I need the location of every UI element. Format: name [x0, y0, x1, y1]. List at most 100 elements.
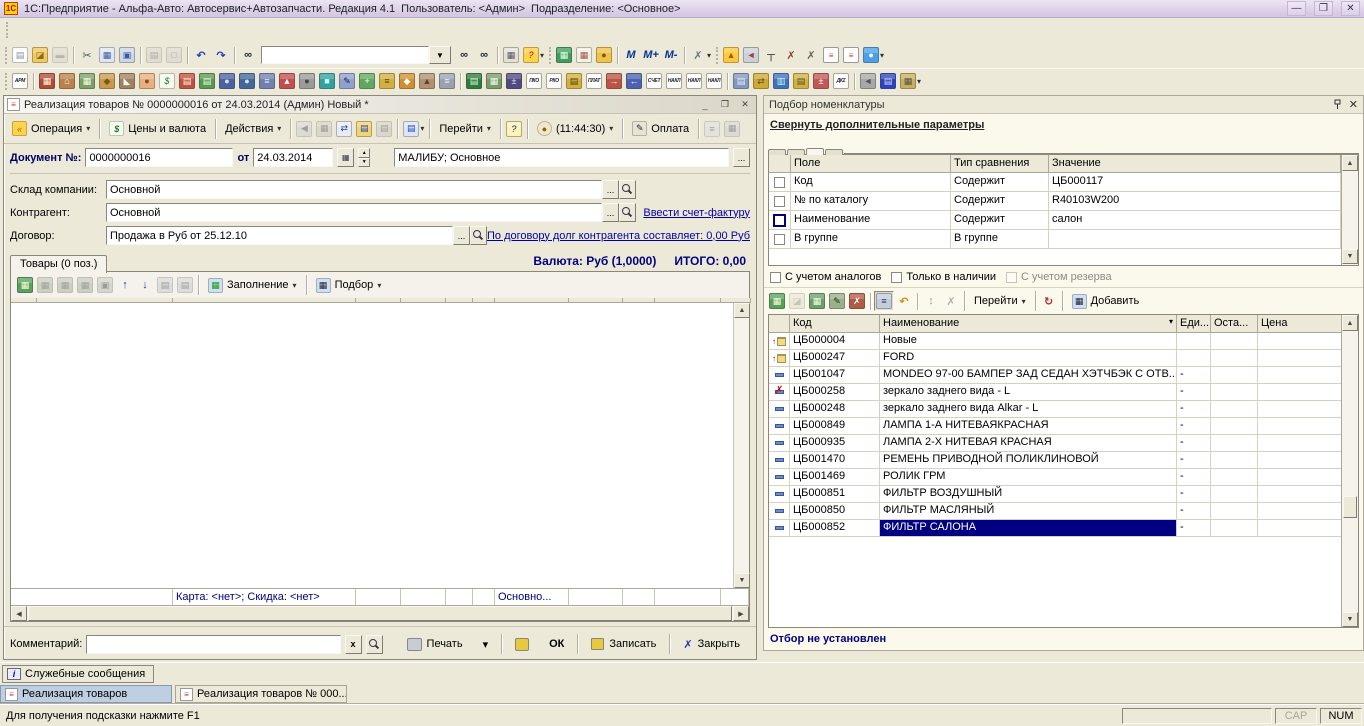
ok-button[interactable]: ОК — [539, 635, 574, 653]
toolbar-icon[interactable] — [614, 45, 621, 65]
contractor-select-button[interactable]: ... — [602, 203, 619, 222]
nomenclature-row[interactable]: ЦБ000258 зеркало заднего вида - L - — [769, 384, 1341, 401]
nomenclature-row[interactable]: ЦБ000247 FORD — [769, 350, 1341, 367]
doc-minimize-button[interactable]: _ — [697, 98, 713, 112]
help-icon[interactable]: ? — [504, 119, 524, 139]
memory-m-minus-icon[interactable]: М- — [661, 45, 681, 65]
goods-grid-body[interactable]: ▲ ▼ — [11, 303, 749, 588]
invoice-new-icon[interactable]: ≡ — [821, 45, 841, 65]
picker-toolbar-icon[interactable] — [914, 291, 921, 311]
nomenclature-row[interactable]: ЦБ001470 РЕМЕНЬ ПРИВОДНОЙ ПОЛИКЛИНОВОЙ - — [769, 452, 1341, 469]
contract-debt-link[interactable]: По договору долг контрагента составляет:… — [487, 230, 750, 242]
nakl-plusminus-icon[interactable]: НАКЛ — [704, 71, 724, 91]
plat-icon[interactable]: ПЛАТ — [584, 71, 604, 91]
rows-view-icon[interactable]: ▦ — [722, 119, 742, 139]
announce-icon[interactable]: ◄ — [858, 71, 878, 91]
service-settings-icon[interactable]: ✗ — [688, 45, 713, 65]
write-button[interactable]: Записать — [581, 635, 666, 653]
toolbar-icon[interactable] — [231, 45, 238, 65]
goods-people-icon[interactable]: ▦ — [484, 71, 504, 91]
partners-icon[interactable]: ● — [237, 71, 257, 91]
picker-checkbox[interactable]: С учетом аналогов — [770, 271, 881, 283]
undo-icon[interactable]: ↶ — [191, 45, 211, 65]
picker-toolbar-icon[interactable] — [867, 291, 874, 311]
print-preview-icon[interactable]: □ — [164, 45, 184, 65]
money-doc-icon[interactable]: ▤ — [564, 71, 584, 91]
books-icon[interactable]: ▤ — [464, 71, 484, 91]
toolbar-icon[interactable] — [494, 45, 501, 65]
filter-checkbox[interactable] — [773, 214, 786, 227]
menu-item[interactable] — [79, 21, 95, 39]
save-icon[interactable]: ▬ — [50, 45, 70, 65]
scroll-down-button[interactable]: ▼ — [734, 573, 750, 588]
pick-button[interactable]: ▦ Подбор▾ — [310, 275, 388, 296]
schet-icon[interactable]: СЧЕТ — [644, 71, 664, 91]
warehouse-select-button[interactable]: ... — [602, 180, 619, 199]
doc-restore-button[interactable]: ❐ — [717, 98, 733, 112]
print-button[interactable]: Печать — [397, 635, 473, 654]
picker-panel-header[interactable]: Подбор номенклатуры ✕ — [764, 96, 1363, 114]
tab-goods[interactable]: Товары (0 поз.) — [10, 255, 107, 273]
collapse-params-link[interactable]: Свернуть дополнительные параметры — [764, 114, 1363, 134]
open-parent-icon[interactable]: ↶ — [894, 291, 914, 311]
comment-open-button[interactable] — [366, 635, 383, 654]
document-window-titlebar[interactable]: ≡ Реализация товаров № 0000000016 от 24.… — [4, 96, 756, 114]
taskbar-item[interactable]: ≡ Реализация товаров № 000... — [175, 685, 347, 703]
filter-checkbox[interactable] — [774, 196, 785, 207]
calculator-icon[interactable]: ▦ — [554, 45, 574, 65]
add-to-document-button[interactable]: ▦ Добавить — [1066, 291, 1146, 312]
picker-goto-button[interactable]: Перейти▾ — [968, 292, 1032, 310]
organization-select-button[interactable]: ... — [733, 148, 750, 167]
list-col-price[interactable]: Цена — [1258, 315, 1341, 333]
toolbar-icon[interactable] — [546, 45, 554, 65]
grid-vertical-scrollbar[interactable]: ▲ ▼ — [733, 303, 749, 588]
scroll-right-button[interactable]: ▶ — [733, 606, 749, 621]
filter-col-value[interactable]: Значение — [1049, 155, 1341, 173]
print-icon[interactable]: ▤ — [144, 45, 164, 65]
edit-row-icon[interactable]: ✎ — [827, 291, 847, 311]
nomenclature-row[interactable]: ЦБ001469 РОЛИК ГРМ - — [769, 469, 1341, 486]
actions-button[interactable]: Действия▾ — [219, 120, 287, 138]
nomenclature-icon[interactable]: ▦ — [77, 71, 97, 91]
list-col-name[interactable]: Наименование▾ — [880, 315, 1177, 333]
picker-checkbox[interactable]: Только в наличии — [891, 271, 996, 283]
contractor-open-button[interactable] — [619, 203, 636, 222]
menu-item[interactable] — [15, 21, 31, 39]
filter-scrollbar[interactable]: ▲ — [1341, 155, 1358, 173]
repair-request-icon[interactable]: ✗ — [781, 45, 801, 65]
date-spinner[interactable]: ▲▼ — [358, 148, 370, 167]
filter-row[interactable]: № по каталогу Содержит R40103W200 — [769, 192, 1358, 211]
client-icon[interactable]: ● — [137, 71, 157, 91]
picker-tab[interactable] — [787, 149, 805, 155]
toolbar-icon[interactable] — [2, 71, 10, 91]
company-icon[interactable]: ▦ — [37, 71, 57, 91]
arm-workplace-icon[interactable]: АРМ — [10, 71, 30, 91]
menu-item[interactable] — [127, 21, 143, 39]
filter-row[interactable]: В группе В группе — [769, 230, 1358, 249]
repair-order-icon[interactable]: ✗ — [801, 45, 821, 65]
price-growth-icon[interactable]: ◆ — [397, 71, 417, 91]
post-document-icon[interactable]: ▤ — [354, 119, 374, 139]
toolbar-icon[interactable] — [184, 45, 191, 65]
unpost-document-icon[interactable]: ▤ — [374, 119, 394, 139]
toolbar-icon[interactable] — [457, 71, 464, 91]
prices-currency-button[interactable]: $ Цены и валюта — [103, 118, 212, 139]
org-structure-icon[interactable]: ▲ — [277, 71, 297, 91]
invoice-link[interactable]: Ввести счет-фактуру — [643, 207, 750, 219]
documents-in-icon[interactable]: ▤ — [177, 71, 197, 91]
document-add-icon[interactable]: + — [357, 71, 377, 91]
cut-icon[interactable]: ✂ — [77, 45, 97, 65]
menu-item[interactable] — [111, 21, 127, 39]
find-next-icon[interactable]: ∞ — [454, 45, 474, 65]
copy-row-icon[interactable]: ▦ — [807, 291, 827, 311]
service-messages-button[interactable]: i Служебные сообщения — [2, 665, 154, 683]
cleanup-icon[interactable]: ▲ — [417, 71, 437, 91]
new-document-icon[interactable]: ▤ — [10, 45, 30, 65]
debit-credit-icon[interactable]: ДКΣ — [831, 71, 851, 91]
comment-input[interactable] — [86, 635, 340, 654]
people-exchange-icon[interactable]: ⇄ — [751, 71, 771, 91]
move-up-icon[interactable]: ↑ — [115, 275, 135, 295]
goods-icon[interactable]: ◆ — [97, 71, 117, 91]
memory-m-icon[interactable]: М — [621, 45, 641, 65]
clear-rows-icon[interactable]: ▦ — [75, 275, 95, 295]
